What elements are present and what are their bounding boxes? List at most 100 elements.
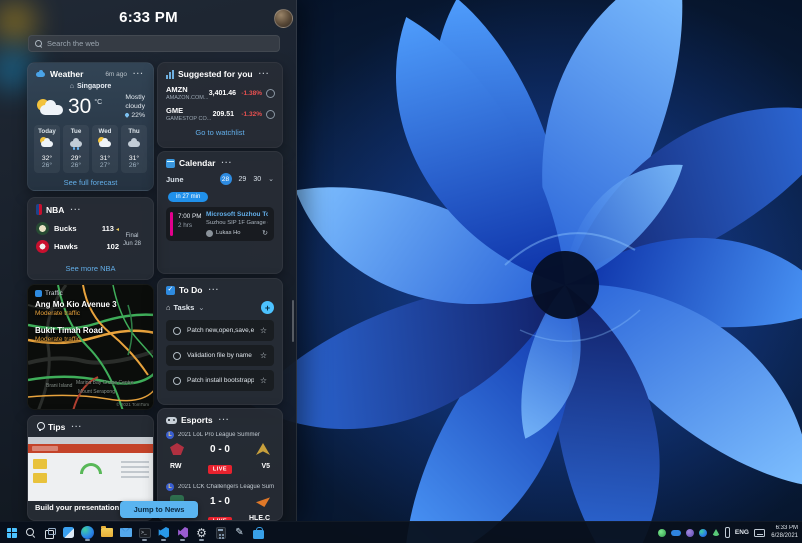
user-avatar[interactable] xyxy=(274,9,293,28)
calendar-icon xyxy=(166,158,175,168)
todo-list-selector[interactable]: Tasks xyxy=(166,303,205,312)
teams-tray-icon[interactable] xyxy=(685,528,694,537)
map-label: Marina Bay Cruise Centre xyxy=(76,380,134,386)
team-hle-logo xyxy=(256,497,270,507)
esports-title: Esports xyxy=(181,415,213,425)
rain-icon xyxy=(68,137,84,150)
forecast-day: Tue 29° 26° xyxy=(63,125,89,173)
stock-row[interactable]: GME GAMESTOP CO... 209.51 -1.32% xyxy=(158,103,282,124)
todo-widget[interactable]: To Do Tasks + Patch new,open,save,edi...… xyxy=(157,278,283,405)
see-more-nba-link[interactable]: See more NBA xyxy=(28,264,153,273)
more-options-icon[interactable] xyxy=(219,160,234,166)
panel-scrollbar[interactable] xyxy=(291,300,294,342)
task-row[interactable]: Validation file by name ☆ xyxy=(166,345,274,366)
event-countdown-badge: in 27 min xyxy=(168,192,209,202)
game-controller-icon xyxy=(166,416,177,424)
calendar-event[interactable]: 7:00 PM 2 hrs Microsoft Suzhou Toa... Su… xyxy=(166,207,274,241)
precipitation-icon: 22% xyxy=(125,112,145,119)
task-row[interactable]: Patch install bootstrapp... ☆ xyxy=(166,370,274,391)
forecast-day: Thu 31° 26° xyxy=(121,125,147,173)
league-name: 2021 LCK Challengers League Summer xyxy=(178,484,274,490)
edge-browser-icon[interactable] xyxy=(79,524,96,542)
more-options-icon[interactable] xyxy=(217,417,232,423)
vs-code-icon[interactable] xyxy=(155,524,172,542)
traffic-icon xyxy=(35,290,42,297)
more-options-icon[interactable] xyxy=(131,71,146,77)
more-options-icon[interactable] xyxy=(206,287,221,293)
stock-company: AMAZON.COM... xyxy=(166,95,209,101)
tray-app-icon[interactable] xyxy=(711,529,720,536)
jump-to-news-button[interactable]: Jump to News xyxy=(120,501,198,518)
stocks-title: Suggested for you xyxy=(178,69,253,79)
team-score: 113 xyxy=(102,224,119,233)
nba-widget[interactable]: NBA Bucks 113 Hawks 102 xyxy=(27,197,154,280)
team-score: 102 xyxy=(106,242,119,251)
more-options-icon[interactable] xyxy=(257,71,272,77)
stock-detail-button[interactable] xyxy=(266,88,275,98)
task-complete-checkbox[interactable] xyxy=(173,376,181,385)
tray-app-icon[interactable] xyxy=(657,528,666,537)
edge-tray-icon[interactable] xyxy=(698,528,707,537)
stocks-widget[interactable]: Suggested for you AMZN AMAZON.COM... 3,4… xyxy=(157,62,283,148)
go-to-watchlist-link[interactable]: Go to watchlist xyxy=(158,128,282,137)
settings-icon[interactable] xyxy=(193,524,210,542)
star-icon[interactable]: ☆ xyxy=(260,326,267,335)
partly-sunny-icon xyxy=(36,98,65,117)
stock-row[interactable]: AMZN AMAZON.COM... 3,401.46 -1.38% xyxy=(158,82,282,103)
touch-keyboard-icon[interactable] xyxy=(754,528,765,537)
task-text: Validation file by name xyxy=(187,352,252,359)
pen-battery-icon[interactable] xyxy=(724,527,730,538)
stock-symbol: GME xyxy=(166,106,184,115)
taskbar-search-button[interactable] xyxy=(22,524,39,542)
match-score: 0 - 0 xyxy=(209,443,230,455)
stock-detail-button[interactable] xyxy=(266,109,275,119)
live-badge: LIVE xyxy=(207,464,233,474)
feedback-hub-icon[interactable] xyxy=(231,524,248,542)
search-input[interactable] xyxy=(47,39,273,48)
team-name: RW xyxy=(170,462,182,470)
task-text: Patch new,open,save,edi... xyxy=(187,327,254,334)
microsoft-store-icon[interactable] xyxy=(250,524,267,542)
visual-studio-icon[interactable] xyxy=(174,524,191,542)
calendar-day-selected[interactable]: 28 xyxy=(219,173,232,185)
task-complete-checkbox[interactable] xyxy=(173,326,181,335)
see-full-forecast-link[interactable]: See full forecast xyxy=(28,178,153,187)
task-text: Patch install bootstrapp... xyxy=(187,377,254,384)
calculator-icon[interactable] xyxy=(212,524,229,542)
weather-title: Weather xyxy=(50,69,84,79)
terminal-icon[interactable] xyxy=(136,524,153,542)
task-complete-checkbox[interactable] xyxy=(173,351,181,360)
system-clock[interactable]: 6:33 PM 6/28/2021 xyxy=(770,525,798,540)
event-location: Suzhou SIP 1F Garage (Besi... xyxy=(206,220,268,226)
event-duration: 2 hrs xyxy=(178,222,192,229)
traffic-widget[interactable]: Traffic Ang Mo Kio Avenue 3 Moderate tra… xyxy=(27,284,154,410)
sync-icon[interactable]: ↻ xyxy=(262,229,268,237)
traffic-road-name: Bukit Timah Road xyxy=(35,326,103,335)
event-title: Microsoft Suzhou Toa... xyxy=(206,211,268,218)
weather-widget[interactable]: Weather 6m ago Singapore 30 °C Mostly cl… xyxy=(27,62,154,191)
onedrive-tray-icon[interactable] xyxy=(670,529,681,536)
search-icon xyxy=(35,40,42,47)
star-icon[interactable]: ☆ xyxy=(260,351,267,360)
start-button[interactable] xyxy=(3,524,20,542)
web-search-bar[interactable] xyxy=(28,35,280,52)
file-explorer-icon[interactable] xyxy=(98,524,115,542)
calendar-day[interactable]: 29 xyxy=(239,176,247,183)
more-options-icon[interactable] xyxy=(69,424,84,430)
weather-unit[interactable]: °C xyxy=(94,99,102,106)
more-options-icon[interactable] xyxy=(68,207,83,213)
tips-title: Tips xyxy=(48,422,66,432)
chevron-down-icon[interactable]: ⌄ xyxy=(268,175,274,183)
task-view-button[interactable] xyxy=(41,524,58,542)
mail-app-icon[interactable] xyxy=(117,524,134,542)
tips-preview-image xyxy=(28,437,153,501)
widgets-button[interactable] xyxy=(60,524,77,542)
calendar-widget[interactable]: Calendar June 28 29 30 ⌄ in 27 min 7:00 … xyxy=(157,151,283,274)
calendar-day[interactable]: 30 xyxy=(253,176,261,183)
language-indicator[interactable]: ENG xyxy=(735,529,749,536)
calendar-month[interactable]: June xyxy=(166,175,184,184)
add-task-button[interactable]: + xyxy=(261,301,274,314)
league-name: 2021 LoL Pro League Summer xyxy=(178,432,260,438)
task-row[interactable]: Patch new,open,save,edi... ☆ xyxy=(166,320,274,341)
star-icon[interactable]: ☆ xyxy=(260,376,267,385)
